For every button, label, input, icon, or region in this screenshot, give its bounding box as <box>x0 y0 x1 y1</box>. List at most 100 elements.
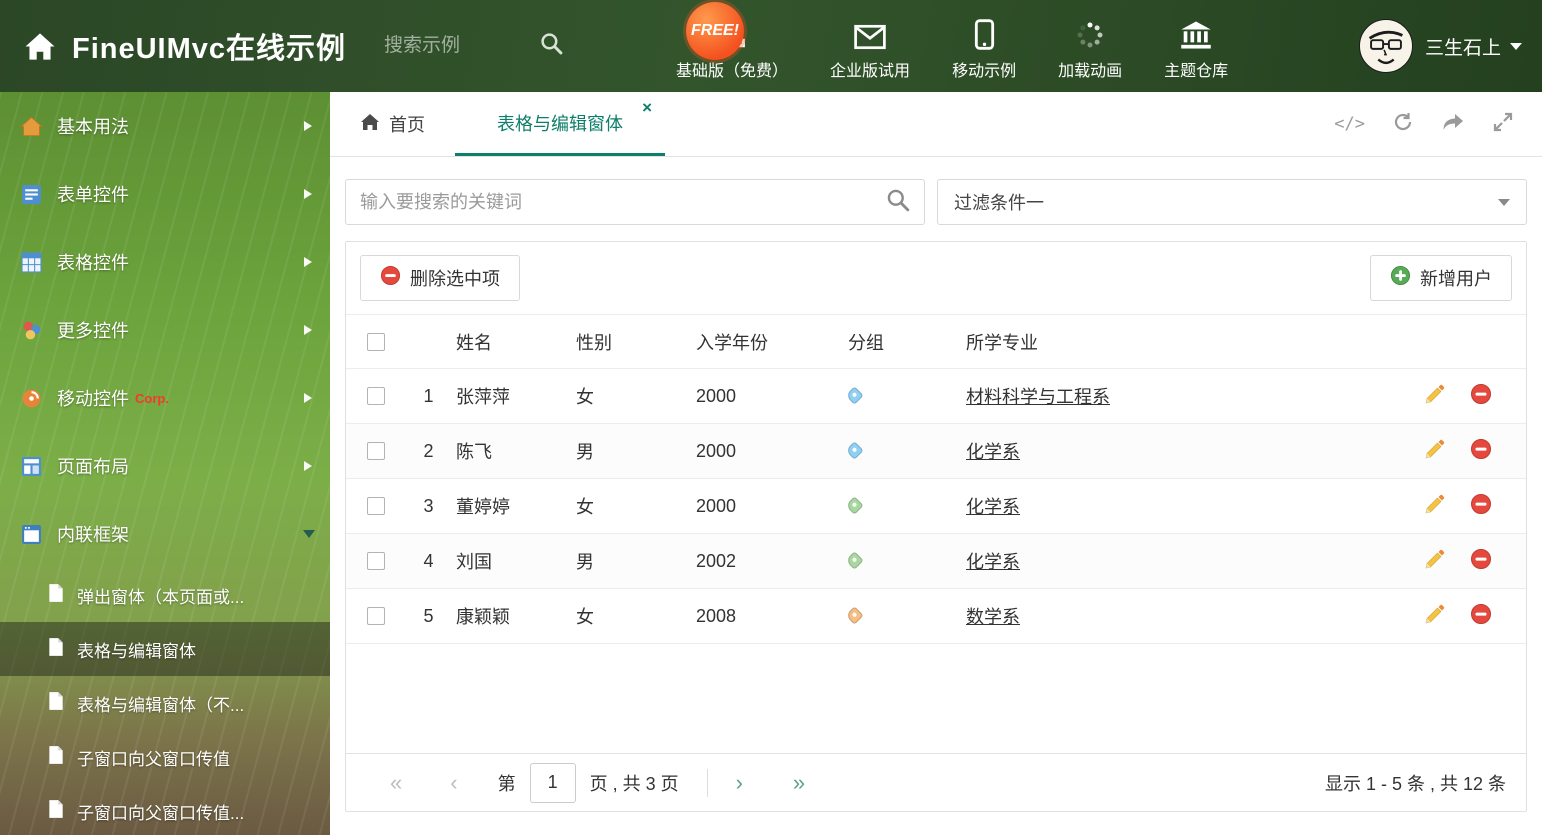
sidebar-item-inline-frame[interactable]: 内联框架 <box>0 500 330 568</box>
sidebar-item-more-controls[interactable]: 更多控件 <box>0 296 330 364</box>
edit-pencil-icon[interactable] <box>1424 548 1446 575</box>
tab-label: 表格与编辑窗体 <box>497 113 623 134</box>
column-header-group: 分组 <box>848 332 884 353</box>
nav-label: 主题仓库 <box>1164 62 1229 80</box>
sidebar-item-label: 页面布局 <box>57 457 129 477</box>
search-icon[interactable] <box>540 32 563 60</box>
nav-theme-store[interactable]: 主题仓库 <box>1143 18 1249 81</box>
delete-row-icon[interactable] <box>1470 493 1492 520</box>
tag-icon <box>845 385 864 405</box>
chevron-right-icon <box>304 325 312 335</box>
avatar <box>1358 19 1413 73</box>
sidebar-subitem-grid-edit-window[interactable]: 表格与编辑窗体 <box>0 622 330 676</box>
delete-row-icon[interactable] <box>1470 383 1492 410</box>
divider <box>706 768 708 797</box>
next-page-button[interactable]: › <box>736 771 743 794</box>
sidebar-item-grid-controls[interactable]: 表格控件 <box>0 228 330 296</box>
plus-circle-icon <box>1390 265 1411 291</box>
select-all-checkbox[interactable] <box>367 332 385 351</box>
nav-label: 移动示例 <box>952 62 1017 80</box>
sidebar-item-page-layout[interactable]: 页面布局 <box>0 432 330 500</box>
prev-page-button[interactable]: ‹ <box>450 771 457 794</box>
cell-name: 陈飞 <box>456 442 492 462</box>
edit-pencil-icon[interactable] <box>1424 383 1446 410</box>
sidebar-subitem-popup-window[interactable]: 弹出窗体（本页面或... <box>0 568 330 622</box>
delete-selected-button[interactable]: 删除选中项 <box>360 255 520 301</box>
sidebar: 基本用法 表单控件 表格控件 更多控件 移动控件 Corp. 页面布局 内联框架… <box>0 92 330 835</box>
close-icon[interactable]: × <box>642 99 652 116</box>
page-label-suffix: 页 , 共 3 页 <box>589 773 679 794</box>
sidebar-subitem-label: 弹出窗体（本页面或... <box>77 587 245 607</box>
chevron-right-icon <box>304 461 312 471</box>
home-icon <box>360 113 380 136</box>
major-link[interactable]: 材料科学与工程系 <box>966 387 1110 407</box>
sidebar-item-label: 内联框架 <box>57 525 129 545</box>
chevron-down-icon <box>1510 42 1522 50</box>
tab-grid-edit-window[interactable]: 表格与编辑窗体 × <box>455 92 665 156</box>
sidebar-item-label: 基本用法 <box>57 117 129 137</box>
tab-bar: 首页 表格与编辑窗体 × </> <box>330 92 1542 157</box>
chevron-right-icon <box>304 393 312 403</box>
sidebar-subitem-grid-edit-window-2[interactable]: 表格与编辑窗体（不... <box>0 676 330 730</box>
row-checkbox[interactable] <box>367 497 385 515</box>
major-link[interactable]: 化学系 <box>966 552 1020 572</box>
delete-row-icon[interactable] <box>1470 438 1492 465</box>
major-link[interactable]: 数学系 <box>966 607 1020 627</box>
row-checkbox[interactable] <box>367 442 385 460</box>
column-header-gender: 性别 <box>576 332 612 353</box>
search-icon[interactable] <box>886 188 910 217</box>
sidebar-item-label: 表单控件 <box>57 185 129 205</box>
sidebar-item-form-controls[interactable]: 表单控件 <box>0 160 330 228</box>
first-page-button[interactable]: « <box>390 771 402 794</box>
cell-name: 刘国 <box>456 552 492 572</box>
filter-row: 过滤条件一 <box>345 179 1527 225</box>
page-icon <box>48 583 64 608</box>
filter-dropdown-value: 过滤条件一 <box>954 193 1044 213</box>
major-link[interactable]: 化学系 <box>966 497 1020 517</box>
table-row: 5 康颖颖 女 2008 数学系 <box>346 589 1526 644</box>
edit-pencil-icon[interactable] <box>1424 438 1446 465</box>
row-checkbox[interactable] <box>367 607 385 625</box>
sidebar-item-label: 更多控件 <box>57 321 129 341</box>
user-menu[interactable]: 三生石上 <box>1358 19 1522 73</box>
tag-icon <box>845 495 864 515</box>
page-icon <box>48 745 64 770</box>
sidebar-subitem-label: 子窗口向父窗口传值... <box>77 803 245 823</box>
sidebar-item-basic-usage[interactable]: 基本用法 <box>0 92 330 160</box>
sidebar-item-mobile-controls[interactable]: 移动控件 Corp. <box>0 364 330 432</box>
home-icon[interactable] <box>24 32 56 61</box>
sidebar-subitem-child-to-parent[interactable]: 子窗口向父窗口传值 <box>0 730 330 784</box>
source-code-icon[interactable]: </> <box>1334 114 1365 134</box>
cell-gender: 男 <box>576 442 594 462</box>
expand-icon[interactable] <box>1492 111 1514 138</box>
header-search-input[interactable] <box>384 35 525 57</box>
page-number-input[interactable] <box>529 762 576 803</box>
cell-year: 2000 <box>696 495 737 516</box>
row-index: 4 <box>423 550 434 571</box>
edit-pencil-icon[interactable] <box>1424 493 1446 520</box>
keyword-search-input[interactable] <box>360 191 886 213</box>
home-icon <box>18 116 44 137</box>
edit-pencil-icon[interactable] <box>1424 603 1446 630</box>
record-summary: 显示 1 - 5 条 , 共 12 条 <box>1324 773 1506 794</box>
share-icon[interactable] <box>1441 111 1465 138</box>
tab-home[interactable]: 首页 <box>330 92 455 156</box>
row-checkbox[interactable] <box>367 387 385 405</box>
sidebar-subitem-child-to-parent-2[interactable]: 子窗口向父窗口传值... <box>0 784 330 835</box>
last-page-button[interactable]: » <box>793 771 805 794</box>
row-checkbox[interactable] <box>367 552 385 570</box>
major-link[interactable]: 化学系 <box>966 442 1020 462</box>
filter-dropdown[interactable]: 过滤条件一 <box>937 179 1527 225</box>
refresh-icon[interactable] <box>1392 111 1414 138</box>
nav-mobile-demo[interactable]: 移动示例 <box>931 18 1037 81</box>
chevron-right-icon <box>304 257 312 267</box>
nav-loading-animation[interactable]: 加载动画 <box>1037 18 1143 81</box>
nav-enterprise-trial[interactable]: 企业版试用 <box>809 18 931 81</box>
sidebar-item-label: 表格控件 <box>57 253 129 273</box>
frame-icon <box>18 524 44 545</box>
mobile-icon <box>18 388 44 409</box>
delete-row-icon[interactable] <box>1470 548 1492 575</box>
add-user-button[interactable]: 新增用户 <box>1370 255 1512 301</box>
cell-name: 康颖颖 <box>456 607 510 627</box>
delete-row-icon[interactable] <box>1470 603 1492 630</box>
